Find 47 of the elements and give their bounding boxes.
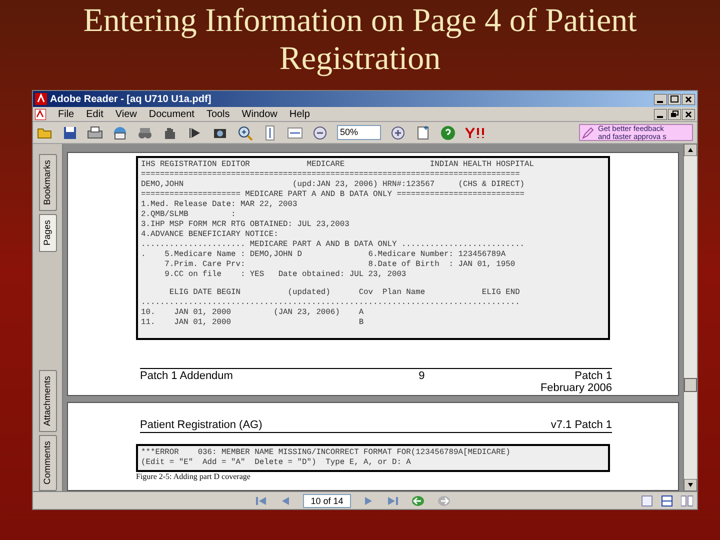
restore-icon[interactable] xyxy=(668,108,681,120)
menu-item[interactable]: Window xyxy=(242,106,278,122)
menu-item[interactable]: Help xyxy=(289,106,310,122)
page-footer-text: Patch 1 xyxy=(574,370,612,382)
maximize-icon[interactable] xyxy=(668,94,681,104)
scroll-thumb[interactable] xyxy=(684,378,697,392)
zoom-out-icon[interactable] xyxy=(312,124,328,140)
menu-item[interactable]: Edit xyxy=(86,106,104,122)
zoom-in-icon[interactable] xyxy=(237,124,253,140)
menu-item[interactable]: View xyxy=(115,106,137,122)
pdf-icon xyxy=(35,108,46,120)
exclamation-logo-icon[interactable] xyxy=(465,126,487,138)
side-tab[interactable]: Attachments xyxy=(38,370,56,432)
menu-item[interactable]: File xyxy=(58,106,74,122)
back-icon[interactable] xyxy=(411,494,425,506)
arrow-down-icon[interactable] xyxy=(684,479,697,491)
menu-item[interactable]: Tools xyxy=(206,106,230,122)
page-footer-text: February 2006 xyxy=(540,382,612,394)
page-number-field[interactable]: 10 of 14 xyxy=(303,494,351,508)
minimize-icon[interactable] xyxy=(654,94,667,104)
close-icon[interactable] xyxy=(682,108,695,120)
side-tab[interactable]: Comments xyxy=(38,435,56,491)
zoom-in-icon[interactable] xyxy=(390,124,406,140)
page-header-text: Patient Registration (AG) xyxy=(140,419,262,432)
window-title: Adobe Reader - [aq U710 U1a.pdf] xyxy=(50,92,212,106)
pdf-icon xyxy=(35,93,47,105)
figure-caption: Figure 2-5: Adding part D coverage xyxy=(136,472,252,481)
zoom-field[interactable]: 50% xyxy=(337,125,381,140)
arrow-up-icon[interactable] xyxy=(684,144,697,156)
side-tab[interactable]: Bookmarks xyxy=(38,154,56,212)
pencil-icon xyxy=(582,126,594,138)
minimize-icon[interactable] xyxy=(654,108,667,120)
print-icon[interactable] xyxy=(87,124,103,140)
menu-item[interactable]: Document xyxy=(148,106,194,122)
page-number: 9 xyxy=(418,370,425,384)
fit-width-icon[interactable] xyxy=(287,124,303,140)
document-icon[interactable] xyxy=(415,124,431,140)
close-icon[interactable] xyxy=(682,94,695,104)
slide-title: Entering Information on Page 4 of Patient Registration xyxy=(82,2,638,78)
save-icon[interactable] xyxy=(62,124,78,140)
side-tab[interactable]: Pages xyxy=(38,214,56,252)
help-icon[interactable] xyxy=(440,124,456,140)
continuous-icon[interactable] xyxy=(661,494,673,506)
single-page-icon[interactable] xyxy=(641,494,653,506)
page-footer-text: Patch 1 Addendum xyxy=(140,370,233,384)
vertical-scrollbar[interactable] xyxy=(683,144,697,491)
page-header-text: v7.1 Patch 1 xyxy=(550,419,612,432)
